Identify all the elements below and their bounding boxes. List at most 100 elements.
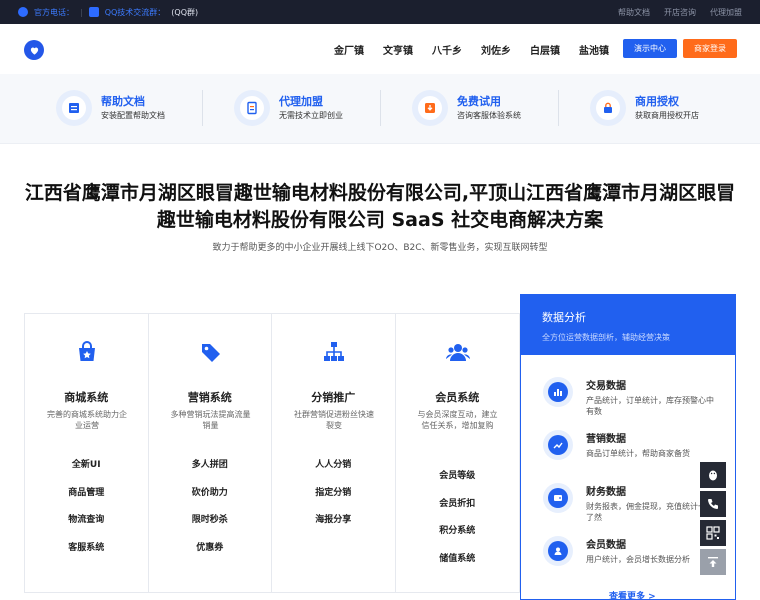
nav-item[interactable]: 刘佐乡	[481, 42, 511, 57]
nav-item[interactable]: 白层镇	[530, 42, 560, 57]
list-item[interactable]: 多人拼团	[149, 452, 272, 480]
product-title: 商城系统	[64, 391, 109, 404]
product-items: 全新UI 商品管理 物流查询 客服系统	[25, 452, 148, 562]
hero-title: 江西省鹰潭市月湖区眼冒趣世输电材料股份有限公司,平顶山江西省鹰潭市月湖区眼冒 趣…	[20, 180, 740, 234]
product-card-mall[interactable]: 商城系统 完善的商城系统助力企业运营 全新UI 商品管理 物流查询 客服系统	[25, 314, 149, 592]
feature-agent[interactable]: 代理加盟 无需技术立即创业	[234, 88, 343, 128]
feature-desc: 获取商用授权开店	[635, 110, 699, 120]
panel-header: 数据分析 全方位运营数据剖析，辅助经营决策	[521, 295, 735, 355]
row-title: 财务数据	[586, 487, 626, 498]
top-bar: 官方电话： | QQ技术交流群： (QQ群) 帮助文档 开店咨询 代理加盟	[0, 0, 760, 24]
feature-license[interactable]: 商用授权 获取商用授权开店	[590, 88, 699, 128]
download-icon	[412, 90, 448, 126]
product-title: 营销系统	[187, 391, 232, 404]
qr-code-button[interactable]	[700, 520, 726, 546]
qq-group[interactable]: (QQ群)	[171, 7, 198, 18]
product-card-distribution[interactable]: 分销推广 社群营销促进粉丝快速裂变 人人分销 指定分销 海报分享	[272, 314, 396, 592]
nav-item[interactable]: 八千乡	[432, 42, 462, 57]
feature-title: 帮助文档	[101, 94, 145, 108]
divider	[380, 90, 381, 126]
back-to-top-button[interactable]	[700, 549, 726, 575]
list-item[interactable]: 人人分销	[272, 452, 395, 480]
list-item[interactable]: 会员折扣	[396, 491, 520, 519]
merchant-login-button[interactable]: 商家登录	[683, 39, 737, 58]
heart-icon	[30, 47, 38, 55]
divider: |	[80, 7, 83, 17]
logo[interactable]	[24, 40, 44, 60]
list-item[interactable]: 全新UI	[25, 452, 148, 480]
feature-title: 免费试用	[457, 94, 501, 108]
list-item[interactable]: 指定分销	[272, 480, 395, 508]
list-item[interactable]: 砍价助力	[149, 480, 272, 508]
topbar-link-consult[interactable]: 开店咨询	[664, 7, 696, 18]
product-desc: 多种营销玩法提高流量销量	[170, 410, 251, 430]
tag-icon	[201, 344, 220, 362]
phone-label: 官方电话：	[34, 7, 74, 17]
divider	[202, 90, 203, 126]
user-icon	[543, 536, 573, 566]
nav-item[interactable]: 盐池镇	[579, 42, 609, 57]
phone-button[interactable]	[700, 491, 726, 517]
list-item[interactable]: 商品管理	[25, 480, 148, 508]
list-item[interactable]: 优惠券	[149, 535, 272, 563]
penguin-icon	[709, 470, 717, 481]
top-bar-links: 帮助文档 开店咨询 代理加盟	[618, 0, 742, 24]
qq-chat-button[interactable]	[700, 462, 726, 488]
feature-desc: 咨询客服体验系统	[457, 110, 521, 120]
row-desc: 用户统计，会员增长数据分析	[586, 555, 690, 564]
qq-icon	[88, 7, 99, 17]
phone-icon	[708, 499, 718, 509]
see-more-link[interactable]: 查看更多 >	[609, 589, 656, 599]
arrow-up-icon	[708, 557, 718, 567]
row-desc: 财务报表，佣金提现，充值统计一目了然	[586, 502, 714, 522]
bar-chart-icon	[543, 377, 573, 407]
product-desc: 与会员深度互动，建立信任关系，增加复购	[417, 410, 498, 430]
list-item[interactable]: 客服系统	[25, 535, 148, 563]
hero-title-line: 趣世输电材料股份有限公司 SaaS 社交电商解决方案	[156, 209, 604, 231]
clipboard-icon	[234, 90, 270, 126]
product-title: 分销推广	[311, 391, 356, 404]
topbar-link-agent[interactable]: 代理加盟	[710, 7, 742, 18]
wallet-icon	[543, 483, 573, 513]
product-items: 多人拼团 砍价助力 限时秒杀 优惠券	[149, 452, 272, 562]
row-desc: 产品统计，订单统计，库存预警心中有数	[586, 396, 714, 416]
panel-row-marketing[interactable]: 营销数据 商品订单统计，帮助商家备货	[543, 430, 733, 460]
list-item[interactable]: 海报分享	[272, 507, 395, 535]
feature-title: 代理加盟	[279, 94, 323, 108]
row-title: 营销数据	[586, 434, 626, 445]
row-title: 会员数据	[586, 540, 626, 551]
list-item[interactable]: 会员等级	[396, 463, 520, 491]
feature-help[interactable]: 帮助文档 安装配置帮助文档	[56, 88, 165, 128]
feature-desc: 无需技术立即创业	[279, 110, 343, 120]
list-item[interactable]: 限时秒杀	[149, 507, 272, 535]
demo-center-button[interactable]: 演示中心	[623, 39, 677, 58]
feature-title: 商用授权	[635, 94, 679, 108]
hero-subtitle: 致力于帮助更多的中小企业开展线上线下O2O、B2C、新零售业务，实现互联网转型	[212, 243, 548, 253]
hero-title-line: 江西省鹰潭市月湖区眼冒趣世输电材料股份有限公司,平顶山江西省鹰潭市月湖区眼冒	[24, 182, 736, 204]
list-item[interactable]: 物流查询	[25, 507, 148, 535]
topbar-link-help[interactable]: 帮助文档	[618, 7, 650, 18]
divider	[558, 90, 559, 126]
hierarchy-icon	[324, 342, 344, 361]
product-items: 会员等级 会员折扣 积分系统 储值系统	[396, 463, 520, 573]
lock-icon	[590, 90, 626, 126]
shopping-bag-icon	[79, 341, 95, 361]
product-card-member[interactable]: 会员系统 与会员深度互动，建立信任关系，增加复购 会员等级 会员折扣 积分系统 …	[396, 314, 520, 592]
product-title: 会员系统	[435, 391, 480, 404]
panel-row-trade[interactable]: 交易数据 产品统计，订单统计，库存预警心中有数	[543, 377, 733, 417]
product-desc: 社群营销促进粉丝快速裂变	[294, 410, 374, 430]
qr-code-icon	[706, 526, 720, 540]
product-card-marketing[interactable]: 营销系统 多种营销玩法提高流量销量 多人拼团 砍价助力 限时秒杀 优惠券	[149, 314, 272, 592]
users-icon	[445, 344, 470, 361]
list-item[interactable]: 储值系统	[396, 546, 520, 574]
qq-label: QQ技术交流群：	[104, 7, 166, 17]
feature-trial[interactable]: 免费试用 咨询客服体验系统	[412, 88, 521, 128]
top-bar-contact: 官方电话： | QQ技术交流群： (QQ群)	[18, 0, 198, 24]
product-desc: 完善的商城系统助力企业运营	[47, 410, 127, 430]
nav-item[interactable]: 金厂镇	[334, 42, 364, 57]
product-grid: 商城系统 完善的商城系统助力企业运营 全新UI 商品管理 物流查询 客服系统 营…	[24, 313, 520, 593]
header: 金厂镇 文亨镇 八千乡 刘佐乡 白层镇 盐池镇 演示中心 商家登录	[0, 24, 760, 74]
nav-item[interactable]: 文亨镇	[383, 42, 413, 57]
list-item[interactable]: 积分系统	[396, 518, 520, 546]
document-icon	[56, 90, 92, 126]
